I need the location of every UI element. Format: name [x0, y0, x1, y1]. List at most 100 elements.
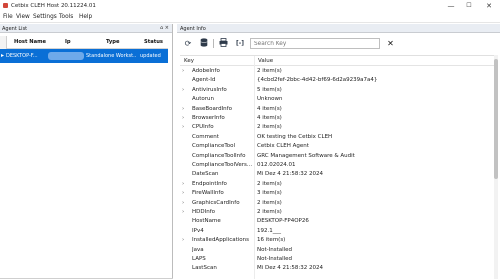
expand-chevron-icon[interactable]: › [182, 190, 184, 196]
col-key[interactable]: Key [184, 58, 194, 64]
expand-chevron-icon[interactable]: › [182, 237, 184, 243]
property-value: Mi Dez 4 21:58:32 2024 [257, 265, 323, 272]
row-pointer-icon: ▸ [1, 52, 5, 59]
property-value: DESKTOP-FP4OP26 [257, 218, 309, 225]
clear-search-icon[interactable]: ✕ [385, 38, 396, 49]
property-row[interactable]: ComplianceTool Cetbix CLEH Agent [180, 142, 492, 151]
expand-chevron-icon[interactable]: › [182, 124, 184, 130]
property-key: Java [192, 246, 204, 253]
property-key: AdobeInfo [192, 68, 220, 74]
expand-chevron-icon[interactable]: › [182, 106, 184, 112]
property-value: 16 item(s) [257, 237, 286, 244]
database-icon[interactable] [198, 38, 210, 49]
property-key: HostName [192, 218, 221, 225]
property-row[interactable]: ComplianceToolInfo GRC Management Softwar… [180, 152, 492, 161]
property-key: InstalledApplications [192, 237, 250, 244]
property-value: 012.02024.01 [257, 162, 296, 168]
refresh-icon[interactable]: ⟳ [182, 38, 194, 49]
property-row[interactable]: ComplianceToolVers... 012.02024.01 [180, 161, 492, 170]
search-box[interactable] [250, 38, 380, 49]
property-value: 5 item(s) [257, 86, 282, 93]
agent-info-panel: Agent Info ⟳ [-] ✕ Key Value › AdobeInfo 2… [177, 24, 500, 279]
col-value[interactable]: Value [258, 58, 273, 64]
ip-redacted [48, 52, 84, 60]
scroll-thumb[interactable] [494, 59, 498, 179]
agent-info-toolbar: ⟳ [-] ✕ [177, 35, 500, 52]
agent-list-title: Agent List [2, 25, 28, 32]
property-grid-header: Key Value [180, 56, 498, 66]
property-row[interactable]: Java Not-Installed [180, 246, 492, 255]
property-key: AntivirusInfo [192, 86, 227, 93]
vertical-scrollbar[interactable] [494, 55, 498, 279]
property-row[interactable]: › CPUInfo 2 item(s) [180, 123, 492, 132]
property-value: Unknown [257, 96, 283, 103]
property-row[interactable]: › BrowserInfo 4 item(s) [180, 114, 492, 123]
property-row[interactable]: LastScan Mi Dez 4 21:58:32 2024 [180, 264, 492, 273]
property-value: 4 item(s) [257, 105, 282, 112]
property-key: GraphicsCardInfo [192, 199, 240, 206]
row-header-corner [0, 36, 7, 49]
property-row[interactable]: Comment OK testing the Cetbix CLEH [180, 133, 492, 142]
property-grid: Key Value › AdobeInfo 2 item(s) Agent-Id {4c… [180, 55, 498, 279]
property-value: 2 item(s) [257, 209, 282, 215]
col-host-name[interactable]: Host Name [14, 39, 46, 45]
property-row[interactable]: LAPS Not-Installed [180, 255, 492, 264]
property-key: ComplianceToolVers... [192, 162, 253, 168]
menu-bar: File View Settings Tools Help [0, 12, 500, 23]
property-row[interactable]: › HDDInfo 2 item(s) [180, 208, 492, 217]
expand-chevron-icon[interactable]: › [182, 200, 184, 206]
property-row[interactable]: › BaseBoardInfo 4 item(s) [180, 105, 492, 114]
property-key: LastScan [192, 265, 217, 272]
col-ip[interactable]: Ip [65, 39, 71, 45]
col-type[interactable]: Type [106, 39, 120, 45]
property-row[interactable]: › FireWallInfo 3 item(s) [180, 189, 492, 198]
search-input[interactable] [251, 39, 379, 48]
property-value: 2 item(s) [257, 199, 282, 206]
property-key: IPv4 [192, 227, 204, 234]
property-key: HDDInfo [192, 209, 216, 215]
property-row[interactable]: DateScan Mi Dez 4 21:58:32 2024 [180, 170, 492, 179]
expand-chevron-icon[interactable]: › [182, 209, 184, 215]
property-row[interactable]: › GraphicsCardInfo 2 item(s) [180, 199, 492, 208]
col-status[interactable]: Status [144, 39, 163, 45]
property-row[interactable]: HostName DESKTOP-FP4OP26 [180, 217, 492, 226]
property-value: 2 item(s) [257, 68, 282, 74]
minimize-button[interactable]: — [444, 0, 458, 12]
maximize-button[interactable]: ☐ [462, 0, 476, 12]
agent-table-header: Host Name Ip Type Status [0, 36, 168, 49]
panel-pin-close-icons[interactable]: ⌂ × [160, 25, 169, 31]
menu-help[interactable]: Help [79, 14, 92, 20]
expand-chevron-icon[interactable]: › [182, 87, 184, 93]
property-value: Cetbix CLEH Agent [257, 143, 309, 150]
property-key: DateScan [192, 171, 219, 178]
property-row[interactable]: Agent-Id {4cbd2fef-2bbc-4d42-bf69-6d2a923… [180, 76, 492, 85]
app-icon [3, 3, 8, 8]
expand-chevron-icon[interactable]: › [182, 115, 184, 121]
print-icon[interactable] [217, 38, 229, 49]
expand-chevron-icon[interactable]: › [182, 68, 184, 74]
property-value: GRC Management Software & Audit [257, 152, 355, 159]
property-row[interactable]: › AntivirusInfo 5 item(s) [180, 86, 492, 95]
menu-view[interactable]: View [16, 14, 30, 20]
title-bar: Cetbix CLEH Host 20.11224.01 — ☐ ✕ [0, 0, 500, 12]
window-title: Cetbix CLEH Host 20.11224.01 [11, 3, 96, 9]
menu-tools[interactable]: Tools [59, 14, 73, 20]
menu-file[interactable]: File [3, 14, 13, 20]
property-value: 2 item(s) [257, 180, 282, 187]
cell-host: DESKTOP-F... [6, 53, 38, 59]
property-row[interactable]: › EndpointInfo 2 item(s) [180, 180, 492, 189]
property-row[interactable]: Autorun Unknown [180, 95, 492, 104]
property-value: Not-Installed [257, 256, 293, 262]
property-row[interactable]: IPv4 192.1___ [180, 227, 492, 236]
table-row[interactable]: ▸ DESKTOP-F... Standalone Workst... upda… [0, 49, 168, 63]
property-key: Comment [192, 133, 219, 140]
code-icon[interactable]: [-] [234, 38, 246, 49]
property-row[interactable]: › InstalledApplications 16 item(s) [180, 236, 492, 245]
property-row[interactable]: › AdobeInfo 2 item(s) [180, 67, 492, 76]
property-key: ComplianceToolInfo [192, 152, 246, 159]
property-value: 3 item(s) [257, 190, 282, 197]
close-button[interactable]: ✕ [482, 0, 496, 12]
property-value: Mi Dez 4 21:58:32 2024 [257, 171, 323, 178]
menu-settings[interactable]: Settings [33, 14, 57, 20]
expand-chevron-icon[interactable]: › [182, 181, 184, 187]
